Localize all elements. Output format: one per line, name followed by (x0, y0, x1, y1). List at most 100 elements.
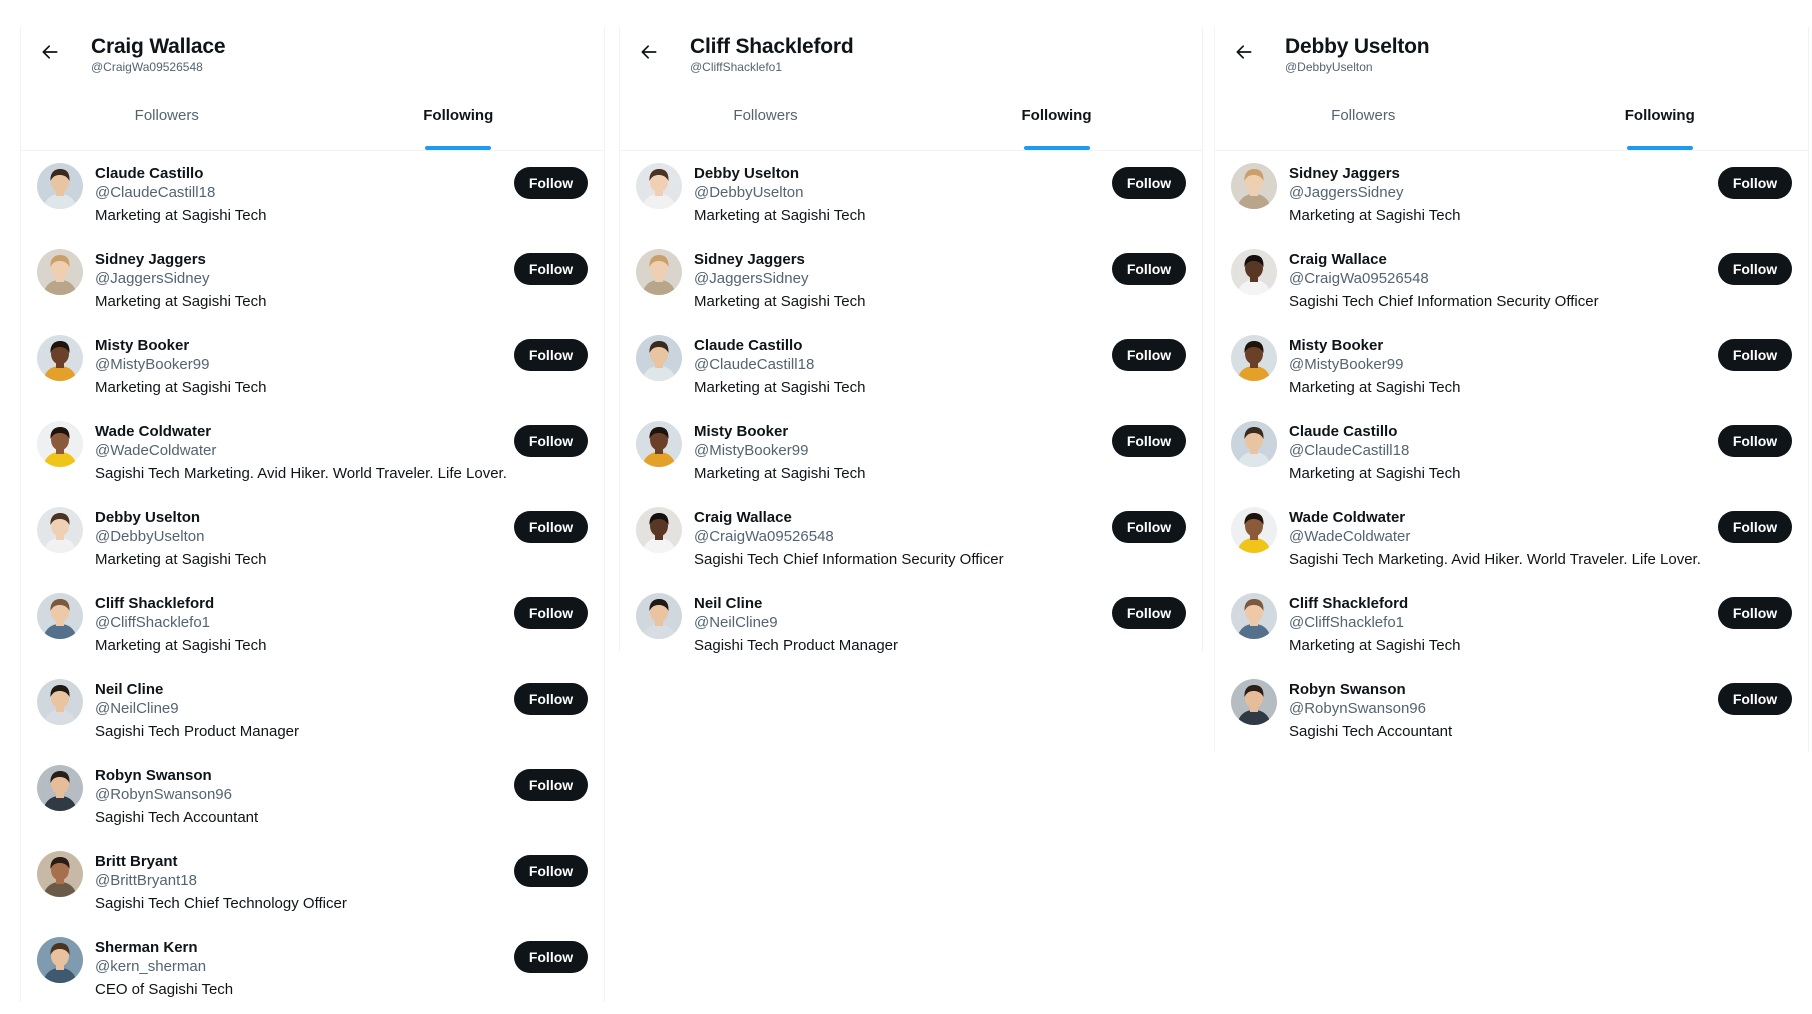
follow-button[interactable]: Follow (514, 511, 588, 543)
profile-name: Cliff Shackleford (690, 35, 854, 58)
follow-button[interactable]: Follow (514, 683, 588, 715)
follow-button[interactable]: Follow (514, 769, 588, 801)
avatar[interactable] (636, 249, 682, 295)
follow-button[interactable]: Follow (514, 855, 588, 887)
follow-button[interactable]: Follow (1718, 339, 1792, 371)
profile-name: Craig Wallace (91, 35, 226, 58)
avatar-image (1231, 163, 1277, 209)
avatar-image (1231, 679, 1277, 725)
user-row[interactable]: Wade Coldwater @WadeColdwater Sagishi Tech… (21, 421, 604, 507)
tab-followers[interactable]: Followers (1215, 81, 1512, 150)
follow-button[interactable]: Follow (514, 597, 588, 629)
user-bio: Marketing at Sagishi Tech (95, 207, 267, 224)
avatar[interactable] (37, 937, 83, 983)
avatar[interactable] (37, 679, 83, 725)
avatar[interactable] (37, 593, 83, 639)
avatar[interactable] (1231, 593, 1277, 639)
follow-button[interactable]: Follow (1718, 597, 1792, 629)
tab-following[interactable]: Following (1512, 81, 1809, 150)
user-row[interactable]: Craig Wallace @CraigWa09526548 Sagishi Tec… (1215, 249, 1808, 335)
user-row[interactable]: Wade Coldwater @WadeColdwater Sagishi Tech… (1215, 507, 1808, 593)
follow-button[interactable]: Follow (1718, 425, 1792, 457)
tab-label: Following (1624, 107, 1695, 124)
following-list: Claude Castillo @ClaudeCastill18 Marketing… (21, 151, 604, 1014)
follow-button[interactable]: Follow (1718, 167, 1792, 199)
tab-following[interactable]: Following (911, 81, 1202, 150)
avatar[interactable] (636, 163, 682, 209)
avatar[interactable] (37, 335, 83, 381)
avatar[interactable] (37, 421, 83, 467)
user-row[interactable]: Claude Castillo @ClaudeCastill18 Marketing… (21, 163, 604, 249)
tab-label: Following (1021, 107, 1092, 124)
user-bio: Marketing at Sagishi Tech (694, 293, 866, 310)
avatar[interactable] (37, 851, 83, 897)
user-row[interactable]: Debby Uselton @DebbyUselton Marketing at S… (21, 507, 604, 593)
user-row[interactable]: Debby Uselton @DebbyUselton Marketing at S… (620, 163, 1202, 249)
tab-following[interactable]: Following (313, 81, 605, 150)
user-row[interactable]: Neil Cline @NeilCline9 Sagishi Tech Produc… (620, 593, 1202, 679)
follow-button[interactable]: Follow (514, 253, 588, 285)
avatar[interactable] (1231, 507, 1277, 553)
avatar[interactable] (636, 507, 682, 553)
follow-button[interactable]: Follow (1112, 339, 1186, 371)
avatar-image (1231, 593, 1277, 639)
follow-button[interactable]: Follow (514, 425, 588, 457)
avatar[interactable] (37, 765, 83, 811)
profile-handle: @CliffShacklefo1 (690, 60, 783, 74)
follow-button[interactable]: Follow (514, 167, 588, 199)
user-row[interactable]: Cliff Shackleford @CliffShacklefo1 Marketi… (21, 593, 604, 679)
avatar[interactable] (636, 335, 682, 381)
arrow-left-icon (42, 45, 58, 59)
follow-button[interactable]: Follow (1112, 425, 1186, 457)
avatar[interactable] (1231, 679, 1277, 725)
user-row[interactable]: Claude Castillo @ClaudeCastill18 Marketing… (620, 335, 1202, 421)
user-row[interactable]: Sidney Jaggers @JaggersSidney Marketing at… (620, 249, 1202, 335)
user-bio: Sagishi Tech Chief Technology Officer (95, 895, 347, 912)
avatar[interactable] (636, 421, 682, 467)
avatar-image (37, 851, 83, 897)
avatar[interactable] (1231, 335, 1277, 381)
follow-button[interactable]: Follow (514, 941, 588, 973)
avatar[interactable] (1231, 421, 1277, 467)
active-tab-indicator (1023, 146, 1090, 150)
tab-followers[interactable]: Followers (21, 81, 313, 150)
follow-button[interactable]: Follow (1112, 511, 1186, 543)
user-bio: Marketing at Sagishi Tech (694, 207, 866, 224)
user-bio: Sagishi Tech Marketing. Avid Hiker. Worl… (1289, 551, 1701, 568)
back-button[interactable] (632, 35, 666, 69)
tab-followers[interactable]: Followers (620, 81, 911, 150)
avatar[interactable] (37, 249, 83, 295)
user-row[interactable]: Sidney Jaggers @JaggersSidney Marketing at… (1215, 163, 1808, 249)
follow-button[interactable]: Follow (1112, 253, 1186, 285)
avatar[interactable] (37, 163, 83, 209)
user-row[interactable]: Sidney Jaggers @JaggersSidney Marketing at… (21, 249, 604, 335)
follow-button[interactable]: Follow (1718, 511, 1792, 543)
user-row[interactable]: Britt Bryant @BrittBryant18 Sagishi Tech C… (21, 851, 604, 937)
profile-handle: @DebbyUselton (1285, 60, 1373, 74)
follow-button[interactable]: Follow (1112, 167, 1186, 199)
user-row[interactable]: Neil Cline @NeilCline9 Sagishi Tech Produc… (21, 679, 604, 765)
user-row[interactable]: Claude Castillo @ClaudeCastill18 Marketing… (1215, 421, 1808, 507)
avatar[interactable] (636, 593, 682, 639)
profile-title: Craig Wallace @CraigWa09526548 (91, 34, 226, 75)
follow-button[interactable]: Follow (1718, 253, 1792, 285)
user-row[interactable]: Sherman Kern @kern_sherman CEO of Sagishi … (21, 937, 604, 1014)
user-row[interactable]: Cliff Shackleford @CliffShacklefo1 Marketi… (1215, 593, 1808, 679)
avatar-image (37, 765, 83, 811)
user-row[interactable]: Craig Wallace @CraigWa09526548 Sagishi Tec… (620, 507, 1202, 593)
follow-button[interactable]: Follow (1718, 683, 1792, 715)
avatar-image (1231, 335, 1277, 381)
back-button[interactable] (1227, 35, 1261, 69)
user-row[interactable]: Misty Booker @MistyBooker99 Marketing at S… (620, 421, 1202, 507)
user-row[interactable]: Robyn Swanson @RobynSwanson96 Sagishi Tech… (21, 765, 604, 851)
avatar-image (1231, 507, 1277, 553)
avatar[interactable] (37, 507, 83, 553)
user-row[interactable]: Misty Booker @MistyBooker99 Marketing at S… (1215, 335, 1808, 421)
follow-button[interactable]: Follow (1112, 597, 1186, 629)
user-row[interactable]: Robyn Swanson @RobynSwanson96 Sagishi Tech… (1215, 679, 1808, 765)
back-button[interactable] (33, 35, 67, 69)
user-row[interactable]: Misty Booker @MistyBooker99 Marketing at S… (21, 335, 604, 421)
follow-button[interactable]: Follow (514, 339, 588, 371)
avatar[interactable] (1231, 249, 1277, 295)
avatar[interactable] (1231, 163, 1277, 209)
